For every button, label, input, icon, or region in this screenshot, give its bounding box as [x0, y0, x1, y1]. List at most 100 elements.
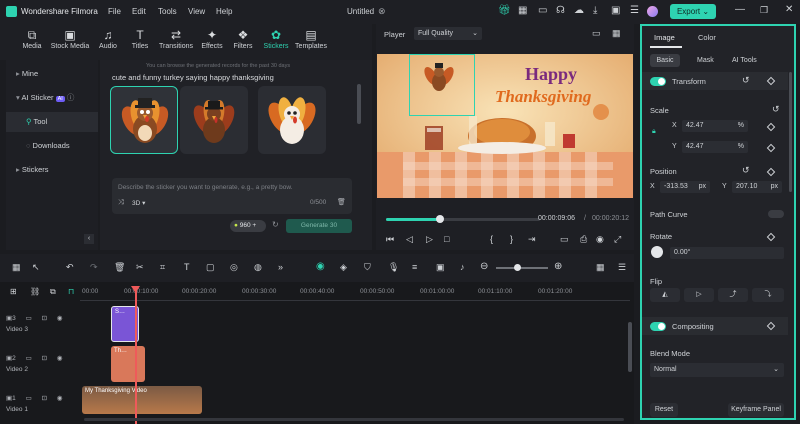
rotate-left-button[interactable]: ⤴ [718, 288, 748, 302]
refresh-icon[interactable]: ↻ [272, 220, 279, 229]
transform-icon[interactable]: ▢ [206, 262, 215, 273]
lock-icon[interactable]: ⊡ [42, 355, 47, 362]
menu-icon[interactable]: ☰ [618, 262, 626, 273]
keyframe-icon[interactable] [766, 122, 776, 132]
scale-x-input[interactable]: 42.47% [682, 120, 748, 132]
tool-titles[interactable]: T Titles [120, 28, 160, 51]
props-scrollbar[interactable] [789, 72, 792, 192]
menu-help[interactable]: Help [216, 7, 232, 16]
nav-tool[interactable]: ⚲ Tool [6, 112, 98, 132]
speed-icon[interactable]: ◎ [230, 262, 238, 273]
selection-frame[interactable] [409, 54, 475, 116]
position-x-input[interactable]: -313.53 px [660, 181, 710, 193]
add-track-icon[interactable]: ⊞ [10, 287, 17, 296]
reset-scale-icon[interactable]: ↺ [772, 104, 780, 115]
delete-icon[interactable]: 🗑︎ [114, 262, 125, 273]
tool-stock-media[interactable]: ▣ Stock Media [50, 28, 90, 51]
text-icon[interactable]: T [184, 262, 190, 272]
headphones-icon[interactable]: ☊ [556, 5, 565, 16]
grid-view-icon[interactable]: ▦ [596, 262, 605, 273]
zoom-out-icon[interactable]: ⊖ [480, 261, 488, 272]
lock-icon[interactable]: ⊡ [42, 315, 47, 322]
blend-mode-select[interactable]: Normal ⌄ [650, 363, 784, 377]
split-view-icon[interactable]: ⇥ [528, 234, 536, 245]
grid-icon[interactable]: ▦ [518, 5, 527, 16]
clip-video-1[interactable]: My Thanksgiving Video [82, 386, 202, 414]
eye-icon[interactable]: ◉ [57, 395, 63, 402]
rotate-right-button[interactable]: ⤵ [752, 288, 784, 302]
sticker-result-1[interactable] [110, 86, 178, 154]
nav-stickers[interactable]: ▸ Stickers [6, 160, 98, 180]
mark-out-icon[interactable]: } [510, 234, 513, 244]
cut-icon[interactable]: ✂ [136, 262, 144, 273]
nav-mine[interactable]: ▸ Mine [6, 64, 98, 84]
keyframe-icon[interactable] [766, 167, 776, 177]
screenshot-view-icon[interactable]: ▭ [592, 28, 601, 39]
tab-image[interactable]: Image [654, 33, 675, 42]
shuffle-icon[interactable]: ⤨ [118, 199, 124, 207]
tool-media[interactable]: ⧉ Media [12, 28, 52, 51]
audio-mix-icon[interactable]: ♪ [460, 262, 465, 272]
scale-y-input[interactable]: 42.47% [682, 141, 748, 153]
cloud-icon[interactable]: ☁ [574, 5, 584, 16]
menu-tools[interactable]: Tools [158, 7, 177, 16]
reset-icon[interactable]: ↺ [742, 75, 750, 86]
redo-icon[interactable]: ↷ [90, 262, 98, 273]
fullscreen-icon[interactable]: ⤢ [614, 234, 621, 245]
keyframe-icon[interactable] [766, 76, 776, 86]
prompt-input[interactable]: Describe the sticker you want to generat… [118, 184, 293, 191]
lock-ratio-icon[interactable]: 🔒︎ [652, 128, 656, 136]
sticker-result-2[interactable] [180, 86, 248, 154]
zoom-handle[interactable] [514, 264, 521, 271]
mark-in-icon[interactable]: { [490, 234, 493, 244]
keyframe-icon[interactable] [766, 232, 776, 242]
eye-icon[interactable]: ◉ [57, 355, 63, 362]
camera-icon[interactable]: ◉ [596, 234, 604, 245]
tab-color[interactable]: Color [698, 33, 716, 42]
menu-edit[interactable]: Edit [132, 7, 146, 16]
minimize-icon[interactable]: — [735, 4, 745, 15]
avatar[interactable] [647, 6, 658, 17]
close-project-icon[interactable]: ⊗ [378, 6, 386, 17]
image-icon[interactable]: ▣ [436, 262, 445, 273]
prev-frame-icon[interactable]: ⏮︎ [386, 234, 394, 245]
monitor-icon[interactable]: ▭ [560, 234, 569, 245]
playback-progress[interactable] [386, 215, 540, 223]
lock-icon[interactable]: ⊡ [42, 395, 47, 402]
playhead-handle[interactable] [435, 215, 444, 223]
tool-stickers[interactable]: ✿ Stickers [256, 28, 296, 51]
reset-button[interactable]: Reset [650, 403, 678, 417]
grid-view-icon[interactable]: ▦ [612, 28, 621, 39]
step-back-icon[interactable]: ◁ [406, 234, 413, 245]
generate-button[interactable]: Generate 30 [286, 219, 352, 233]
collapse-panel-icon[interactable]: ‹ [84, 234, 94, 244]
path-curve-toggle[interactable] [768, 210, 784, 218]
shield-icon[interactable]: ⛉ [364, 262, 371, 273]
flip-vertical-button[interactable]: ▷ [684, 288, 714, 302]
rotate-dial[interactable] [651, 246, 663, 258]
tasks-icon[interactable]: ☰ [630, 5, 639, 16]
color-icon[interactable]: ◍ [254, 262, 262, 273]
position-y-input[interactable]: 207.10 px [732, 181, 782, 193]
play-icon[interactable]: ▷ [426, 234, 433, 245]
rotate-input[interactable]: 0.00° [670, 247, 784, 259]
clip-video-2[interactable]: Th… [111, 346, 145, 382]
zoom-slider[interactable] [496, 267, 548, 269]
nav-downloads[interactable]: ◌ Downloads [6, 136, 98, 156]
folder-icon[interactable]: ▭ [26, 395, 32, 402]
layout-icon[interactable]: ▦ [12, 262, 21, 273]
voiceover-icon[interactable]: ≡ [412, 262, 417, 272]
quality-select[interactable]: Full Quality ⌄ [414, 27, 482, 40]
menu-file[interactable]: File [108, 7, 121, 16]
timeline-scrollbar[interactable] [628, 322, 632, 372]
export-button[interactable]: Export ⌄ [670, 4, 716, 19]
transform-toggle[interactable] [650, 77, 666, 86]
close-icon[interactable]: ✕ [785, 4, 793, 15]
folder-icon[interactable]: ▭ [26, 315, 32, 322]
undo-icon[interactable]: ↶ [66, 262, 74, 273]
keyframe-icon[interactable] [766, 321, 776, 331]
playhead[interactable] [135, 288, 137, 424]
render-icon[interactable]: ◉ [316, 261, 325, 272]
nav-ai-sticker[interactable]: ▾ AI Sticker AI ⓘ [6, 88, 98, 108]
compositing-toggle[interactable] [650, 322, 666, 331]
